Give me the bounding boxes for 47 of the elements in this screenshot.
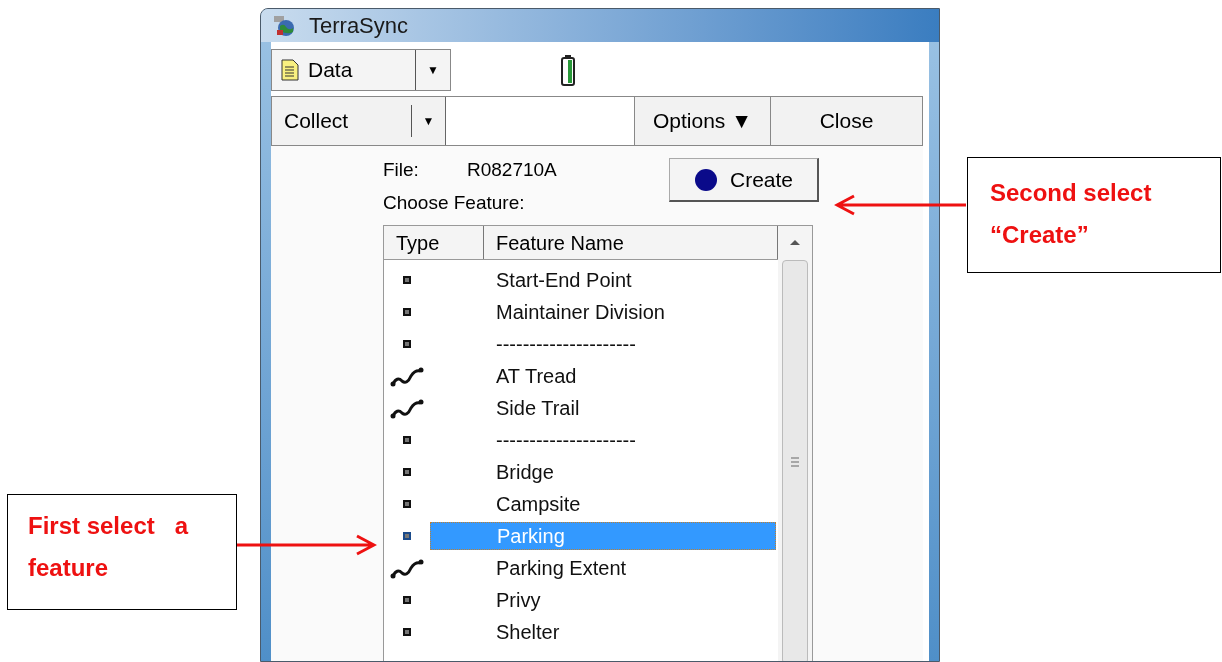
dot-icon — [694, 167, 718, 192]
close-button[interactable]: Close — [770, 97, 922, 145]
feature-row[interactable]: AT Tread — [430, 362, 776, 390]
file-label: File: — [383, 158, 420, 182]
choose-feature-label: Choose Feature: — [383, 190, 526, 215]
point-icon — [402, 531, 412, 541]
window-title: TerraSync — [309, 12, 409, 40]
options-button[interactable]: Options ▼ — [634, 97, 770, 145]
line-icon — [390, 557, 424, 579]
feature-row[interactable]: Shelter — [430, 618, 776, 646]
collect-button[interactable]: Collect ▼ — [272, 97, 446, 145]
point-icon — [402, 275, 412, 285]
grip-icon — [790, 456, 800, 468]
line-icon — [390, 365, 424, 387]
feature-row[interactable]: Campsite — [430, 490, 776, 518]
document-icon — [280, 59, 300, 81]
feature-row[interactable]: Privy — [430, 586, 776, 614]
feature-row[interactable]: Start-End Point — [430, 266, 776, 294]
point-icon — [402, 499, 412, 509]
point-icon — [402, 627, 412, 637]
feature-row[interactable]: Side Trail — [430, 394, 776, 422]
point-icon — [402, 595, 412, 605]
feature-row[interactable]: Bridge — [430, 458, 776, 486]
point-icon — [402, 435, 412, 445]
callout-box: Second select “Create” — [967, 157, 1221, 273]
globe-icon — [273, 14, 297, 37]
point-icon — [402, 307, 412, 317]
scrollbar[interactable] — [778, 226, 812, 661]
line-icon — [390, 397, 424, 419]
battery-icon — [561, 54, 575, 86]
feature-row[interactable]: --------------------- — [430, 426, 776, 454]
point-icon — [402, 339, 412, 349]
column-header[interactable]: Type — [384, 226, 484, 259]
scroll-up-icon[interactable] — [789, 238, 801, 246]
arrow-icon — [237, 534, 377, 556]
arrow-icon — [834, 194, 966, 216]
file-name: R082710A — [467, 158, 557, 182]
feature-row[interactable]: Maintainer Division — [430, 298, 776, 326]
dropdown-arrow[interactable]: ▼ — [412, 112, 445, 130]
feature-row[interactable]: Parking Extent — [430, 554, 776, 582]
dropdown-arrow[interactable]: ▼ — [416, 61, 450, 79]
data-button[interactable]: Data ▼ — [271, 49, 451, 91]
callout-box: First select a feature — [7, 494, 237, 610]
scroll-thumb[interactable] — [782, 260, 808, 661]
feature-row[interactable]: --------------------- — [430, 330, 776, 358]
point-icon — [402, 467, 412, 477]
create-button[interactable]: Create — [669, 158, 819, 202]
